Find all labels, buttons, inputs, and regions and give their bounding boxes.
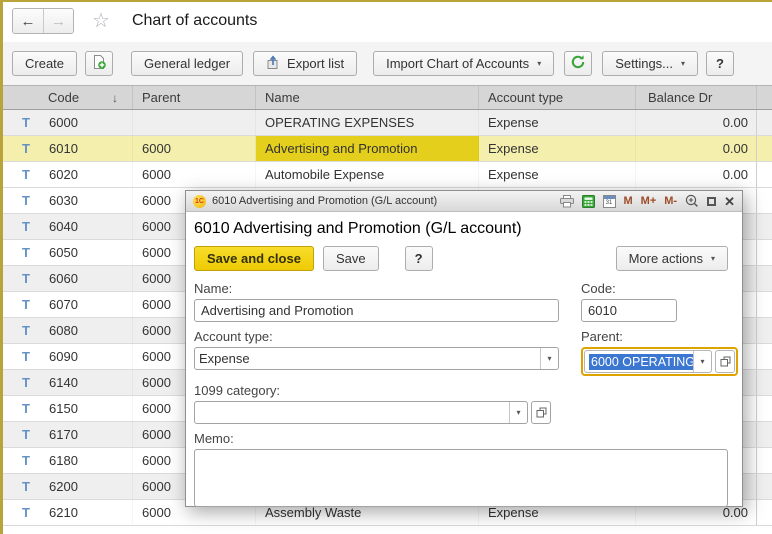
export-list-button[interactable]: Export list [253, 51, 358, 76]
chevron-down-icon: ▾ [681, 58, 686, 68]
dialog-help-button[interactable]: ? [404, 246, 433, 271]
parent-label: Parent: [581, 329, 623, 344]
column-header-balance-dr[interactable]: Balance Dr [636, 86, 757, 109]
refresh-icon [570, 54, 586, 73]
table-header: Code ↓ Parent Name Account type Balance … [0, 85, 772, 110]
calendar-icon[interactable]: 31 [602, 194, 616, 208]
column-header-code[interactable]: Code ↓ [0, 86, 133, 109]
general-ledger-button[interactable]: General ledger [131, 51, 244, 76]
t-account-icon: T [22, 401, 30, 416]
favorite-star-icon[interactable]: ☆ [92, 11, 110, 31]
category-1099-open-picker-button[interactable] [531, 401, 551, 424]
chevron-down-icon[interactable]: ▾ [509, 402, 527, 423]
chevron-down-icon: ▾ [537, 58, 542, 68]
memo-label: Memo: [194, 431, 234, 446]
sort-desc-icon: ↓ [112, 90, 118, 105]
dialog-title: 6010 Advertising and Promotion (G/L acco… [212, 195, 438, 207]
history-nav-group: ← → [12, 8, 74, 34]
1c-logo-icon: 1C [193, 194, 206, 208]
memo-field[interactable] [194, 449, 728, 507]
category-1099-label: 1099 category: [194, 383, 281, 398]
maximize-icon[interactable] [707, 196, 717, 206]
category-1099-select[interactable]: ▾ [194, 401, 528, 424]
t-account-icon: T [22, 375, 30, 390]
more-actions-button[interactable]: More actions ▾ [615, 246, 728, 271]
chevron-down-icon[interactable]: ▾ [693, 351, 711, 372]
back-button[interactable]: ← [13, 9, 43, 33]
column-header-account-type[interactable]: Account type [479, 86, 636, 109]
app-window: ← → ☆ Chart of accounts Create General l… [0, 0, 772, 534]
window-frame-left [0, 0, 3, 534]
column-header-parent[interactable]: Parent [133, 86, 256, 109]
t-account-icon: T [22, 141, 30, 156]
window-frame-top [0, 0, 772, 2]
column-header-name[interactable]: Name [256, 86, 479, 109]
account-type-select[interactable]: Expense ▾ [194, 347, 559, 370]
t-account-icon: T [22, 245, 30, 260]
t-account-icon: T [22, 193, 30, 208]
copy-document-icon [91, 54, 107, 73]
dialog-titlebar[interactable]: 1C 6010 Advertising and Promotion (G/L a… [186, 191, 742, 212]
account-edit-dialog: 1C 6010 Advertising and Promotion (G/L a… [185, 190, 743, 507]
selected-text: 6000 OPERATING [589, 353, 693, 370]
t-account-icon: T [22, 427, 30, 442]
name-label: Name: [194, 281, 233, 296]
t-account-icon: T [22, 323, 30, 338]
code-field[interactable] [581, 299, 677, 322]
refresh-button[interactable] [564, 51, 593, 76]
t-account-icon: T [22, 297, 30, 312]
chevron-down-icon[interactable]: ▾ [540, 348, 558, 369]
t-account-icon: T [22, 167, 30, 182]
parent-open-picker-button[interactable] [715, 350, 735, 373]
dialog-heading: 6010 Advertising and Promotion (G/L acco… [194, 220, 522, 237]
calculator-icon[interactable] [581, 194, 595, 208]
list-toolbar: Create General ledger Export list Import… [0, 42, 772, 85]
save-button[interactable]: Save [322, 246, 379, 271]
save-and-close-button[interactable]: Save and close [194, 246, 314, 271]
top-nav-bar: ← → ☆ Chart of accounts [0, 0, 772, 42]
t-account-icon: T [22, 349, 30, 364]
print-icon[interactable] [559, 194, 574, 208]
account-type-label: Account type: [194, 329, 273, 344]
create-button[interactable]: Create [12, 51, 78, 76]
import-coa-button[interactable]: Import Chart of Accounts ▾ [373, 51, 555, 76]
table-row-selected[interactable]: T 6010 6000 Advertising and Promotion Exp… [0, 136, 772, 162]
settings-button[interactable]: Settings... ▾ [602, 51, 699, 76]
t-account-icon: T [22, 479, 30, 494]
forward-button[interactable]: → [43, 9, 73, 33]
code-label: Code: [581, 281, 616, 296]
close-icon[interactable]: ✕ [724, 195, 735, 208]
t-account-icon: T [22, 219, 30, 234]
table-row[interactable]: T 6000 OPERATING EXPENSES Expense 0.00 [0, 110, 772, 136]
export-icon [266, 54, 281, 73]
help-button[interactable]: ? [706, 51, 734, 76]
zoom-icon[interactable] [685, 194, 699, 208]
t-account-icon: T [22, 115, 30, 130]
parent-select[interactable]: 6000 OPERATING ▾ [584, 350, 712, 373]
create-copy-button[interactable] [85, 51, 114, 76]
forward-icon: → [51, 12, 66, 30]
t-account-icon: T [22, 271, 30, 286]
t-account-icon: T [22, 453, 30, 468]
memory-m-button[interactable]: M [624, 195, 633, 207]
memory-m-plus-button[interactable]: M+ [641, 195, 657, 207]
memory-m-minus-button[interactable]: M- [664, 195, 677, 207]
page-title: Chart of accounts [131, 12, 258, 29]
t-account-icon: T [22, 505, 30, 520]
table-row[interactable]: T 6020 6000 Automobile Expense Expense 0.… [0, 162, 772, 188]
back-icon: ← [20, 12, 36, 30]
column-header-sliver [757, 86, 772, 109]
parent-field-focused: 6000 OPERATING ▾ [581, 347, 738, 376]
chevron-down-icon: ▾ [710, 253, 715, 263]
active-cell[interactable]: Advertising and Promotion [256, 136, 479, 161]
name-field[interactable] [194, 299, 559, 322]
dialog-body: 6010 Advertising and Promotion (G/L acco… [186, 212, 742, 510]
